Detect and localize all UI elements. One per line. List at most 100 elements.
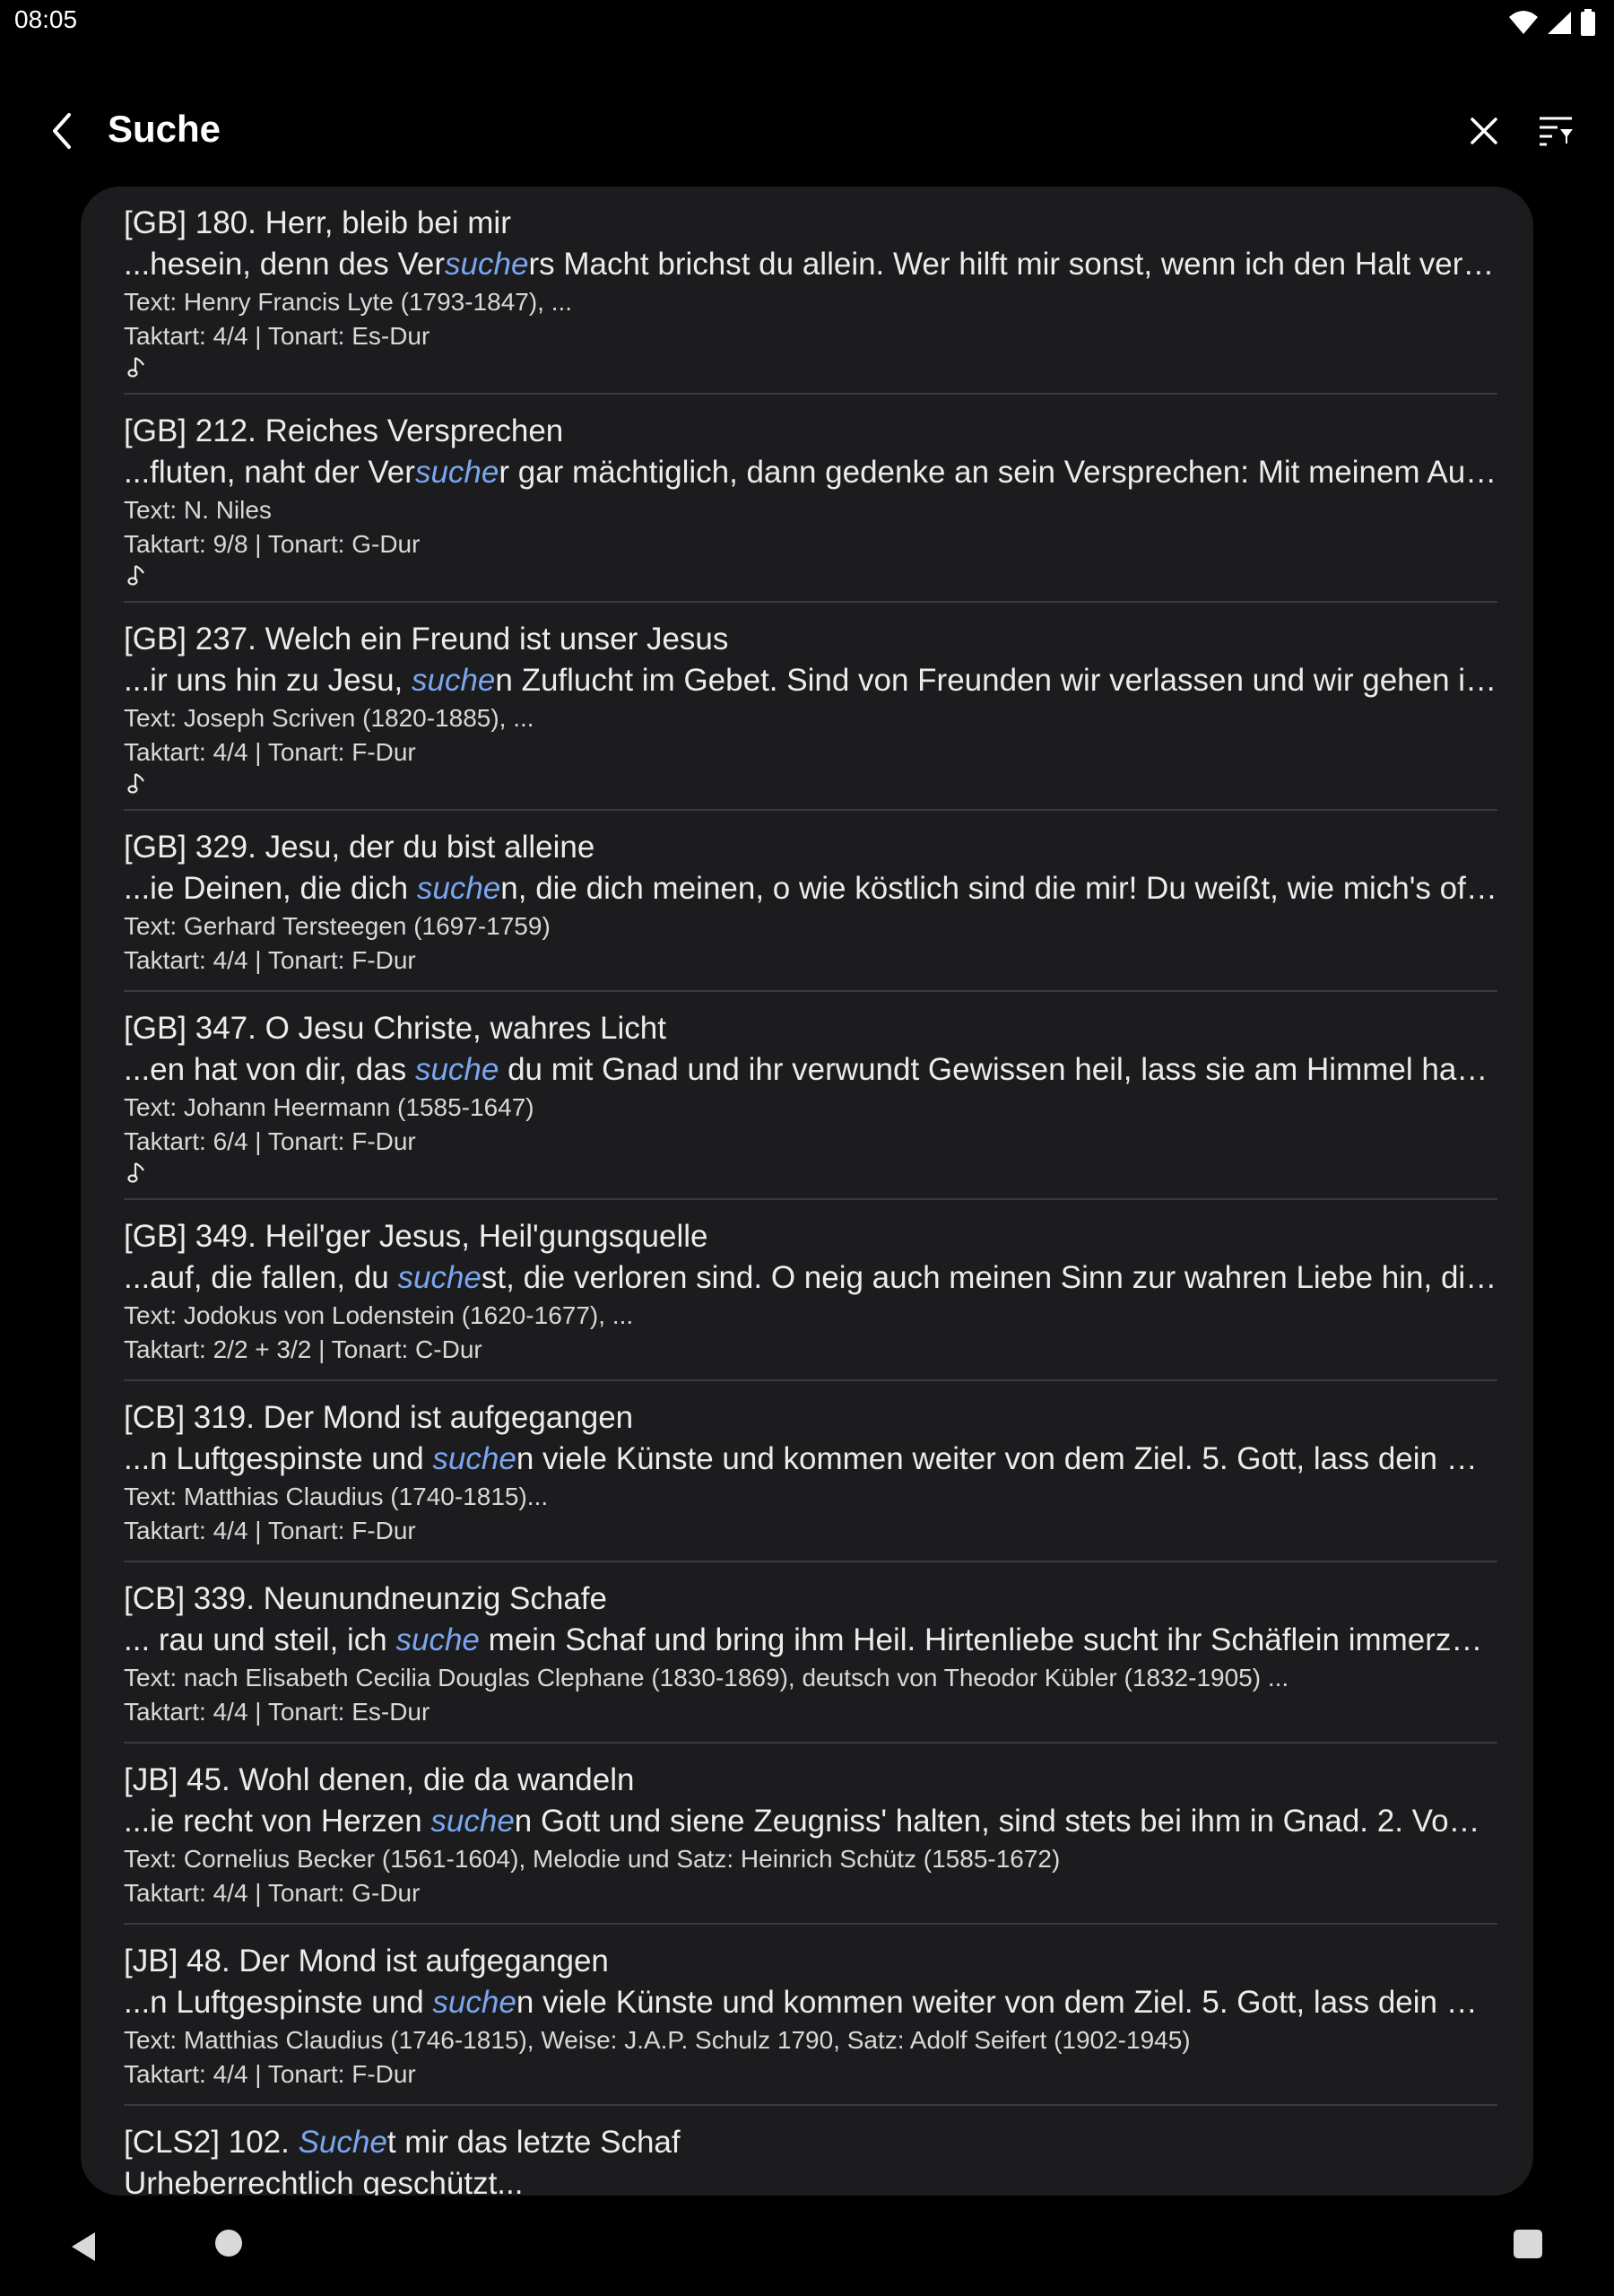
- result-item[interactable]: [GB] 329. Jesu, der du bist alleine ...ie…: [124, 811, 1497, 992]
- wifi-icon: [1508, 10, 1539, 39]
- nav-recents-icon[interactable]: [1514, 2230, 1542, 2258]
- navigation-bar: [0, 2196, 1614, 2296]
- result-snippet: ...auf, die fallen, du suchest, die verl…: [124, 1257, 1497, 1299]
- result-snippet: ...n Luftgespinste und suchen viele Küns…: [124, 1439, 1497, 1480]
- snippet-after: n Gott und siene Zeugniss' halten, sind …: [514, 1804, 1497, 1839]
- search-match-highlight: suche: [430, 1804, 515, 1839]
- search-match-highlight: suche: [395, 1622, 480, 1657]
- snippet-after: du mit Gnad und ihr verwundt Gewissen he…: [499, 1052, 1497, 1087]
- snippet-before: ... rau und steil, ich: [124, 1622, 396, 1657]
- search-match-highlight: suche: [411, 663, 496, 698]
- nav-back-icon[interactable]: [70, 2231, 97, 2266]
- result-meta: Taktart: 4/4 | Tonart: F-Dur: [124, 1517, 416, 1544]
- result-meta: Taktart: 4/4 | Tonart: F-Dur: [124, 2060, 416, 2088]
- result-item[interactable]: [CLS2] 102. Suchet mir das letzte Schaf U…: [124, 2106, 1497, 2196]
- search-match-highlight: suche: [414, 455, 499, 490]
- result-meta: Taktart: 4/4 | Tonart: Es-Dur: [124, 1698, 430, 1726]
- result-item[interactable]: [GB] 212. Reiches Versprechen ...fluten, …: [124, 395, 1497, 603]
- result-meta: Taktart: 4/4 | Tonart: F-Dur: [124, 946, 416, 974]
- result-meta: Taktart: 2/2 + 3/2 | Tonart: C-Dur: [124, 1335, 482, 1363]
- snippet-before: ...n Luftgespinste und: [124, 1985, 433, 2020]
- result-item[interactable]: [GB] 237. Welch ein Freund ist unser Jes…: [124, 603, 1497, 811]
- snippet-after: n Zuflucht im Gebet. Sind von Freunden w…: [495, 663, 1497, 698]
- back-button[interactable]: [36, 106, 90, 160]
- page-title: Suche: [108, 108, 221, 150]
- result-meta: Taktart: 4/4 | Tonart: F-Dur: [124, 738, 416, 766]
- result-snippet: ...ie Deinen, die dich suchen, die dich …: [124, 868, 1497, 909]
- result-item[interactable]: [CB] 339. Neunundneunzig Schafe ... rau u…: [124, 1562, 1497, 1744]
- music-note-icon: [124, 1159, 1497, 1186]
- back-icon: [49, 111, 76, 155]
- result-author: Text: nach Elisabeth Cecilia Douglas Cle…: [124, 1664, 1289, 1692]
- status-bar: 08:05: [0, 0, 1614, 45]
- snippet-after: n viele Künste und kommen weiter von dem…: [516, 1441, 1497, 1476]
- snippet-before: ...hesein, denn des Ver: [124, 247, 446, 282]
- music-note-icon: [124, 561, 1497, 588]
- result-author: Text: Henry Francis Lyte (1793-1847), ..…: [124, 288, 573, 316]
- result-item[interactable]: [GB] 347. O Jesu Christe, wahres Licht..…: [124, 992, 1497, 1200]
- result-title: [JB] 45. Wohl denen, die da wandeln: [124, 1762, 635, 1797]
- snippet-after: rs Macht brichst du allein. Wer hilft mi…: [528, 247, 1497, 282]
- snippet-before: ...ie Deinen, die dich: [124, 871, 417, 906]
- search-match-highlight: suche: [414, 1052, 499, 1087]
- app-bar: Suche: [0, 90, 1614, 170]
- result-item[interactable]: [GB] 180. Herr, bleib bei mir ...hesein, …: [124, 187, 1497, 395]
- result-title: [GB] 180. Herr, bleib bei mir: [124, 205, 511, 240]
- result-snippet: ...ie recht von Herzen suchen Gott und s…: [124, 1801, 1497, 1842]
- snippet-after: n viele Künste und kommen weiter von dem…: [516, 1985, 1497, 2020]
- result-item[interactable]: [JB] 48. Der Mond ist aufgegangen ...n Lu…: [124, 1925, 1497, 2106]
- result-title: [CB] 319. Der Mond ist aufgegangen: [124, 1400, 634, 1435]
- battery-icon: [1580, 9, 1596, 40]
- filter-icon: [1538, 115, 1574, 152]
- snippet-after: mein Schaf und bring ihm Heil. Hirtenlie…: [479, 1622, 1497, 1657]
- search-match-highlight: suche: [432, 1985, 516, 2020]
- close-icon: [1469, 116, 1499, 151]
- result-snippet: ...fluten, naht der Versucher gar mächti…: [124, 452, 1497, 493]
- result-meta: Taktart: 6/4 | Tonart: F-Dur: [124, 1127, 416, 1155]
- snippet-before: ...n Luftgespinste und: [124, 1441, 433, 1476]
- search-match-highlight: suche: [397, 1260, 482, 1295]
- result-snippet: ...ir uns hin zu Jesu, suchen Zuflucht i…: [124, 660, 1497, 701]
- result-author: Text: Jodokus von Lodenstein (1620-1677)…: [124, 1301, 634, 1329]
- result-title: [CLS2] 102. Suchet mir das letzte Schaf: [124, 2122, 1497, 2163]
- result-meta: Taktart: 4/4 | Tonart: G-Dur: [124, 1879, 421, 1907]
- result-snippet: ... rau und steil, ich suche mein Schaf …: [124, 1620, 1497, 1661]
- result-author: Text: N. Niles: [124, 496, 272, 524]
- result-title: [GB] 349. Heil'ger Jesus, Heil'gungsquel…: [124, 1219, 708, 1254]
- result-item[interactable]: [GB] 349. Heil'ger Jesus, Heil'gungsquel…: [124, 1200, 1497, 1381]
- result-title: [JB] 48. Der Mond ist aufgegangen: [124, 1944, 609, 1979]
- results-panel[interactable]: [GB] 180. Herr, bleib bei mir ...hesein, …: [81, 187, 1533, 2196]
- result-author: Text: Gerhard Tersteegen (1697-1759): [124, 912, 551, 940]
- clear-search-button[interactable]: [1457, 106, 1511, 160]
- result-title: [GB] 329. Jesu, der du bist alleine: [124, 830, 595, 865]
- result-item[interactable]: [JB] 45. Wohl denen, die da wandeln ...ie…: [124, 1744, 1497, 1925]
- signal-icon: [1546, 10, 1573, 39]
- result-author: Text: Johann Heermann (1585-1647): [124, 1093, 534, 1121]
- search-match-highlight: suche: [416, 871, 501, 906]
- filter-button[interactable]: [1529, 106, 1583, 160]
- search-match-highlight: Suche: [298, 2125, 387, 2160]
- title-before: [CLS2] 102.: [124, 2125, 299, 2160]
- status-icons: [1508, 9, 1596, 40]
- title-after: t mir das letzte Schaf: [386, 2125, 681, 2160]
- result-title: [CB] 339. Neunundneunzig Schafe: [124, 1581, 607, 1616]
- snippet-before: ...fluten, naht der Ver: [124, 455, 415, 490]
- result-snippet: ...hesein, denn des Versuchers Macht bri…: [124, 244, 1497, 285]
- music-note-icon: [124, 353, 1497, 380]
- result-snippet: ...n Luftgespinste und suchen viele Küns…: [124, 1982, 1497, 2023]
- result-author: Text: Matthias Claudius (1740-1815)...: [124, 1483, 549, 1510]
- result-title: [GB] 347. O Jesu Christe, wahres Licht: [124, 1011, 666, 1046]
- results-list: [GB] 180. Herr, bleib bei mir ...hesein, …: [124, 187, 1497, 2196]
- result-item[interactable]: [CB] 319. Der Mond ist aufgegangen ...n L…: [124, 1381, 1497, 1562]
- nav-home-icon[interactable]: [215, 2230, 242, 2257]
- result-author: Text: Matthias Claudius (1746-1815), Wei…: [124, 2026, 1191, 2054]
- result-snippet: ...en hat von dir, das suche du mit Gnad…: [124, 1049, 1497, 1091]
- result-author: Text: Joseph Scriven (1820-1885), ...: [124, 704, 534, 732]
- snippet-after: n, die dich meinen, o wie köstlich sind …: [500, 871, 1497, 906]
- search-match-highlight: suche: [445, 247, 529, 282]
- snippet-before: ...ir uns hin zu Jesu,: [124, 663, 412, 698]
- result-author: Text: Cornelius Becker (1561-1604), Melo…: [124, 1845, 1061, 1873]
- search-match-highlight: suche: [432, 1441, 516, 1476]
- snippet-before: ...auf, die fallen, du: [124, 1260, 398, 1295]
- snippet-before: ...ie recht von Herzen: [124, 1804, 431, 1839]
